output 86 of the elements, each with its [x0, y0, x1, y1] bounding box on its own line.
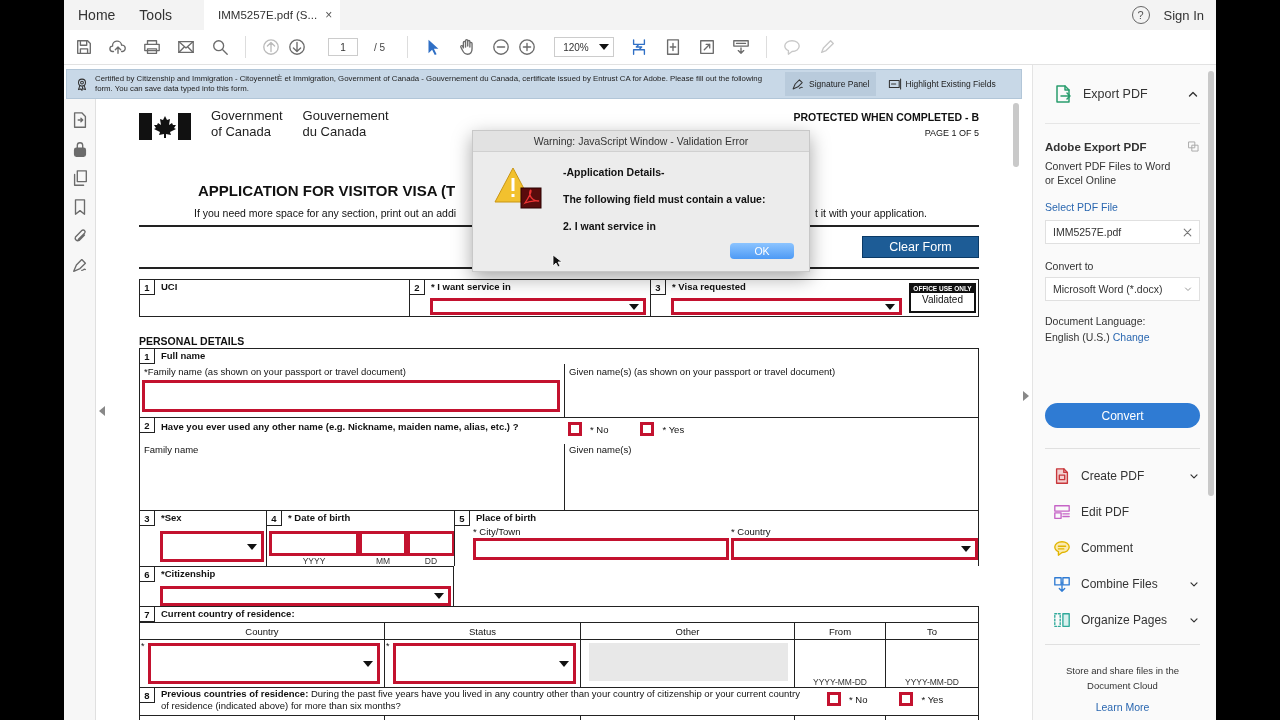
tool-item[interactable]: Create PDF — [1045, 458, 1200, 494]
field-label: * City/Town — [473, 526, 522, 538]
panel-title: Export PDF — [1083, 87, 1148, 101]
question-number: 6 — [140, 567, 155, 582]
select-file-link[interactable]: Select PDF File — [1045, 201, 1118, 213]
page-label: PAGE 1 OF 5 — [923, 128, 979, 138]
file-field[interactable]: IMM5257E.pdf — [1045, 220, 1200, 244]
question-number: 1 — [140, 280, 155, 295]
question-number: 2 — [140, 418, 155, 433]
column-header: From — [828, 625, 852, 637]
field-label: Convert to — [1045, 260, 1095, 272]
question-number: 8 — [140, 688, 155, 703]
footer-text: Store and share files in the Document Cloud — [1065, 664, 1180, 693]
dialog-message: The following field must contain a value: — [563, 193, 766, 206]
column-header: Other — [675, 625, 700, 637]
sign-in-link[interactable]: Sign In — [1163, 7, 1204, 23]
page-number-field[interactable]: 1 — [328, 38, 358, 56]
convert-button[interactable]: Convert — [1045, 403, 1200, 428]
column-header: To — [926, 625, 937, 637]
field-label: Document Language: — [1045, 315, 1146, 327]
language-value: English (U.S.) — [1045, 331, 1110, 343]
question-label: Have you ever used any other name (e.g. Nickname, maiden name, alias, etc.) ? — [161, 420, 519, 434]
question-number: 1 — [140, 349, 155, 364]
tool-item[interactable]: Combine Files — [1045, 566, 1200, 602]
instruction-text: If you need more space for any section, print out an addi — [194, 206, 457, 220]
page-total: / 5 — [374, 41, 386, 53]
question-number: 2 — [410, 280, 425, 295]
question-label: * Date of birth — [288, 511, 351, 525]
form-title: APPLICATION FOR VISITOR VISA (T — [198, 182, 456, 199]
question-label: Full name — [161, 349, 206, 363]
close-tab-button[interactable]: × — [325, 8, 333, 22]
field-caption: YYYY — [301, 556, 327, 566]
office-status: Validated — [922, 294, 963, 305]
clear-form-button[interactable]: Clear Form — [862, 236, 979, 258]
question-label: UCI — [161, 280, 178, 294]
instruction-text: t it with your application. — [814, 206, 927, 220]
question-label: Place of birth — [476, 511, 537, 525]
question-label: * Visa requested — [672, 280, 746, 294]
column-header: Country — [245, 625, 279, 637]
dialog-message: 2. I want service in — [563, 220, 657, 233]
question-label: Current country of residence: — [161, 607, 295, 621]
learn-more-link[interactable]: Learn More — [1095, 701, 1150, 713]
question-label: *Citizenship — [161, 567, 216, 581]
dialog-message: -Application Details- — [563, 166, 666, 179]
required-mark: * — [386, 641, 390, 651]
question-number: 4 — [267, 511, 282, 526]
question-number: 3 — [651, 280, 666, 295]
highlight-fields-button[interactable]: Highlight Existing Fields — [881, 72, 1002, 96]
required-mark: * — [141, 641, 145, 651]
nav-tab[interactable]: Home — [78, 7, 116, 23]
option-label: * Yes — [662, 423, 685, 435]
tool-item[interactable]: Edit PDF — [1045, 494, 1200, 530]
signature-panel-button[interactable]: Signature Panel — [785, 72, 876, 96]
question-number: 3 — [140, 511, 155, 526]
field-label: Given name(s) (as shown on your passport or travel document) — [568, 366, 837, 378]
zoom-select[interactable]: 120% — [554, 37, 615, 57]
option-label: * No — [849, 693, 868, 705]
question-number: 5 — [455, 511, 470, 526]
option-label: * No — [590, 423, 609, 435]
field-label: Family name — [143, 444, 200, 456]
nav-tab[interactable]: Tools — [139, 7, 173, 23]
field-label: *Family name (as shown on your passport or travel document) — [143, 366, 407, 378]
question-label: * I want service in — [431, 280, 511, 294]
department-name: Government of Canada — [211, 108, 283, 140]
protection-label: PROTECTED WHEN COMPLETED - B — [793, 111, 979, 123]
department-name: Gouvernement du Canada — [302, 108, 389, 140]
document-tab[interactable]: IMM5257E.pdf (S... × — [204, 0, 341, 30]
column-header: Status — [469, 625, 496, 637]
field-label: * Country — [731, 526, 772, 538]
question-number: 7 — [140, 607, 155, 622]
date-format-caption: YYYY-MM-DD — [813, 677, 867, 687]
tool-item[interactable]: Comment — [1045, 530, 1200, 566]
question-text: Previous countries of residence: During the past five years have you lived in any country other than your country of citizenship or your current country of residence (indicated above) for more than six months? — [161, 688, 801, 712]
option-label: * Yes — [921, 693, 944, 705]
format-select[interactable]: Microsoft Word (*.docx) — [1045, 277, 1200, 301]
change-link[interactable]: Change — [1112, 331, 1150, 343]
date-format-caption: YYYY-MM-DD — [905, 677, 959, 687]
tool-item[interactable]: Organize Pages — [1045, 602, 1200, 638]
field-caption: DD — [423, 556, 439, 566]
dialog-title: Warning: JavaScript Window - Validation Error — [533, 135, 749, 147]
question-label: *Sex — [161, 511, 182, 525]
description: Convert PDF Files to Word or Excel Online — [1045, 159, 1172, 187]
section-title: Adobe Export PDF — [1045, 140, 1147, 153]
section-title: PERSONAL DETAILS — [139, 334, 246, 348]
field-caption: MM — [374, 556, 392, 566]
field-label: Given name(s) — [568, 444, 633, 456]
